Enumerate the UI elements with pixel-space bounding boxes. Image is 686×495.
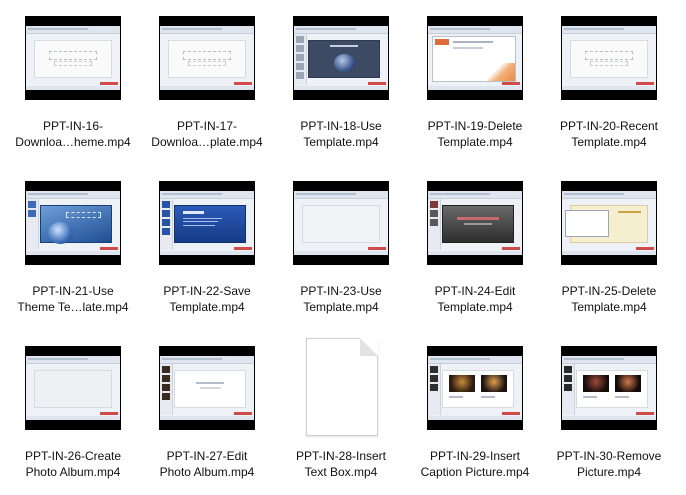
file-item[interactable]: PPT-IN-25-Delete Template.mp4 — [544, 177, 674, 327]
file-name: PPT-IN-20-Recent Template.mp4 — [559, 119, 659, 149]
file-name: PPT-IN-23-Use Template.mp4 — [300, 284, 382, 314]
file-item[interactable]: PPT-IN-24-Edit Template.mp4 — [410, 177, 540, 327]
video-thumbnail-icon — [159, 16, 255, 100]
file-item[interactable]: PPT-IN-19-Delete Template.mp4 — [410, 12, 540, 162]
file-item[interactable]: PPT-IN-26-Create Photo Album.mp4 — [8, 342, 138, 492]
file-name: PPT-IN-24-Edit Template.mp4 — [434, 284, 516, 314]
file-name: PPT-IN-30-Remove Picture.mp4 — [556, 449, 662, 479]
video-thumbnail-icon — [25, 16, 121, 100]
file-name: PPT-IN-16- Downloa…heme.mp4 — [15, 119, 131, 149]
video-thumbnail-icon — [159, 346, 255, 430]
file-item[interactable]: PPT-IN-27-Edit Photo Album.mp4 — [142, 342, 272, 492]
file-name: PPT-IN-18-Use Template.mp4 — [300, 119, 382, 149]
video-thumbnail-icon — [561, 181, 657, 265]
video-thumbnail-icon — [25, 346, 121, 430]
file-name: PPT-IN-21-Use Theme Te…late.mp4 — [17, 284, 129, 314]
generic-document-icon — [306, 338, 378, 436]
file-item[interactable]: PPT-IN-28-Insert Text Box.mp4 — [276, 338, 406, 492]
file-name: PPT-IN-29-Insert Caption Picture.mp4 — [420, 449, 530, 479]
file-item[interactable]: PPT-IN-23-Use Template.mp4 — [276, 177, 406, 327]
video-thumbnail-icon — [561, 16, 657, 100]
file-name: PPT-IN-27-Edit Photo Album.mp4 — [159, 449, 255, 479]
file-item[interactable]: PPT-IN-21-Use Theme Te…late.mp4 — [8, 177, 138, 327]
video-thumbnail-icon — [561, 346, 657, 430]
video-thumbnail-icon — [159, 181, 255, 265]
video-thumbnail-icon — [427, 16, 523, 100]
file-name: PPT-IN-17- Downloa…plate.mp4 — [151, 119, 263, 149]
file-grid: PPT-IN-16- Downloa…heme.mp4 PPT-IN-17- Dow… — [0, 0, 686, 495]
file-item[interactable]: PPT-IN-20-Recent Template.mp4 — [544, 12, 674, 162]
video-thumbnail-icon — [293, 16, 389, 100]
video-thumbnail-icon — [25, 181, 121, 265]
video-thumbnail-icon — [293, 181, 389, 265]
file-item[interactable]: PPT-IN-16- Downloa…heme.mp4 — [8, 12, 138, 162]
file-item[interactable]: PPT-IN-30-Remove Picture.mp4 — [544, 342, 674, 492]
file-item[interactable]: PPT-IN-18-Use Template.mp4 — [276, 12, 406, 162]
file-item[interactable]: PPT-IN-22-Save Template.mp4 — [142, 177, 272, 327]
file-name: PPT-IN-26-Create Photo Album.mp4 — [24, 449, 122, 479]
file-item[interactable]: PPT-IN-29-Insert Caption Picture.mp4 — [410, 342, 540, 492]
file-item[interactable]: PPT-IN-17- Downloa…plate.mp4 — [142, 12, 272, 162]
file-name: PPT-IN-19-Delete Template.mp4 — [427, 119, 523, 149]
video-thumbnail-icon — [427, 346, 523, 430]
video-thumbnail-icon — [427, 181, 523, 265]
file-name: PPT-IN-28-Insert Text Box.mp4 — [295, 449, 387, 479]
file-name: PPT-IN-22-Save Template.mp4 — [163, 284, 251, 314]
file-name: PPT-IN-25-Delete Template.mp4 — [561, 284, 657, 314]
